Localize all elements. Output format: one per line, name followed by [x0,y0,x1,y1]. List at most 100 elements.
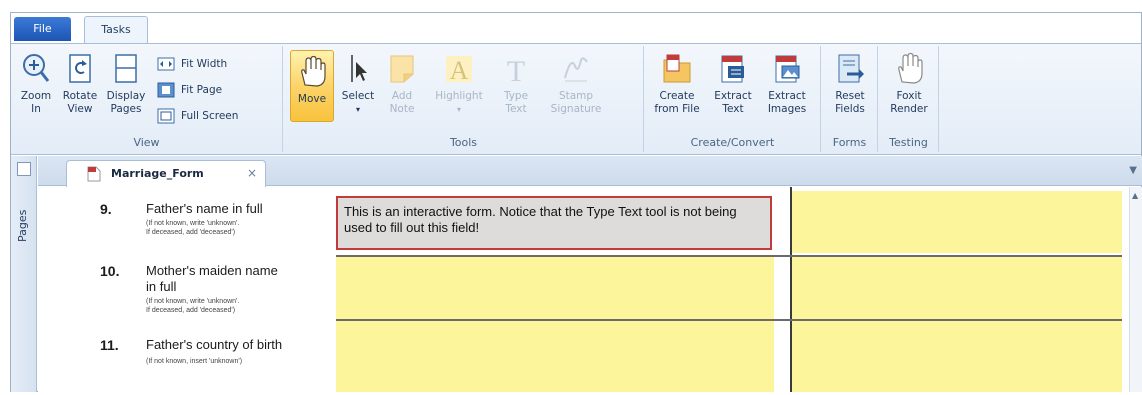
tab-tasks[interactable]: Tasks [84,16,148,44]
highlight-dropdown-arrow: ▾ [456,105,461,114]
pages-tab-label[interactable]: Pages [16,208,30,244]
type-text-icon: T [507,55,525,86]
pages-pane[interactable]: Pages [11,156,37,392]
reset-fields-button[interactable]: Reset Fields [826,52,874,116]
question-note: (If not known, insert 'unknown') [146,358,243,365]
document-view[interactable]: 9. Father's name in full (If not known, … [38,187,1142,392]
mothers-maiden-name-field[interactable] [336,257,774,319]
extract-images-icon [775,55,800,83]
row-number: 10. [100,263,120,279]
stamp-signature-label: Stamp Signature [550,90,602,115]
pages-panel-icon[interactable] [17,162,31,176]
mothers-maiden-name-side-field[interactable] [792,257,1122,319]
create-from-file-label: Create from File [654,90,700,115]
select-button[interactable]: Select ▾ [340,52,376,116]
move-button[interactable]: Move [290,50,334,122]
fathers-country-of-birth-side-field[interactable] [792,321,1122,392]
signature-icon [564,57,588,82]
stamp-signature-button[interactable]: Stamp Signature [546,52,606,116]
add-note-label: Add Note [389,90,415,115]
question-note: (If not known, write 'unknown'. If decea… [146,220,240,236]
document-tab[interactable]: Marriage_Form × [66,160,266,187]
select-cursor-icon [351,55,367,82]
move-label: Move [297,93,327,105]
group-forms: Reset Fields Forms [822,46,878,152]
vertical-scrollbar[interactable]: ▲ [1129,187,1142,392]
reset-fields-label: Reset Fields [835,90,865,115]
group-tools: Move Select ▾ Add Note A Highlight ▾ T T… [284,46,644,152]
note-icon [390,55,414,83]
create-from-file-button[interactable]: Create from File [649,52,705,116]
ribbon: Zoom In Rotate View Display Pages Fit Wi… [11,43,1141,155]
fit-width-label: Fit Width [181,58,228,70]
scroll-up-icon[interactable]: ▲ [1132,191,1138,200]
group-create-convert-label: Create/Convert [690,136,775,149]
full-screen-icon [157,108,175,124]
foxit-render-label: Foxit Render [890,90,928,115]
document-tab-title: Marriage_Form [111,167,204,180]
full-screen-button[interactable]: Full Screen [157,106,238,126]
zoom-in-icon [23,54,50,82]
select-label: Select [341,90,375,102]
type-text-label: Type Text [503,90,529,115]
select-dropdown-arrow: ▾ [355,105,360,114]
row-number: 11. [100,337,119,353]
svg-text:A: A [450,56,469,85]
question-note: (If not known, write 'unknown'. If decea… [146,298,240,314]
fit-width-button[interactable]: Fit Width [157,54,227,74]
fit-width-icon [157,57,175,71]
group-testing-label: Testing [889,136,928,149]
group-tools-label: Tools [449,136,478,149]
app-window: File Tasks Zoom In Rotate View Display P… [10,12,1142,392]
group-testing: Foxit Render Testing [879,46,939,152]
rotate-view-label: Rotate View [62,90,98,115]
question-label: Mother's maiden name in full [146,263,278,294]
extract-text-button[interactable]: Extract Text [709,52,757,116]
extract-text-label: Extract Text [714,90,752,115]
fathers-country-of-birth-field[interactable] [336,321,774,392]
document-tab-bar: Marriage_Form × ▼ [38,156,1142,187]
fathers-name-field[interactable]: This is an interactive form. Notice that… [336,196,772,250]
group-create-convert: Create from File Extract Text Extract Im… [645,46,821,152]
group-view: Zoom In Rotate View Display Pages Fit Wi… [11,46,283,152]
row-number: 9. [100,201,112,217]
group-view-label: View [133,136,160,149]
group-forms-label: Forms [832,136,867,149]
highlight-button[interactable]: A Highlight ▾ [426,52,492,116]
form-row-9: 9. Father's name in full (If not known, … [38,187,1128,255]
type-text-button[interactable]: T Type Text [498,52,534,116]
extract-images-label: Extract Images [767,90,807,115]
rotate-view-button[interactable]: Rotate View [59,52,101,116]
highlight-label: Highlight [435,90,483,102]
display-pages-label: Display Pages [106,90,146,115]
ribbon-tabstrip: File Tasks [11,13,1141,44]
add-note-button[interactable]: Add Note [384,52,420,116]
foxit-render-hand-icon [898,52,923,84]
full-screen-label: Full Screen [181,110,239,122]
pdf-file-icon [87,166,101,182]
fathers-name-side-field[interactable] [792,191,1122,253]
tab-list-dropdown-icon[interactable]: ▼ [1129,165,1137,176]
extract-text-icon [721,55,744,83]
close-icon[interactable]: × [247,166,257,180]
form-row-10: 10. Mother's maiden name in full (If not… [38,257,1128,319]
zoom-in-label: Zoom In [20,90,52,115]
fit-page-label: Fit Page [181,84,223,96]
hand-icon [301,55,326,87]
create-from-file-icon [663,54,691,83]
highlight-icon: A [446,56,472,85]
foxit-render-button[interactable]: Foxit Render [885,52,933,116]
zoom-in-button[interactable]: Zoom In [17,52,55,116]
display-pages-button[interactable]: Display Pages [103,52,149,116]
tab-file[interactable]: File [14,17,71,41]
rotate-icon [69,54,91,83]
display-pages-icon [115,54,137,83]
question-label: Father's name in full [146,201,263,216]
question-label: Father's country of birth [146,337,283,352]
reset-fields-icon [838,54,864,83]
fit-page-button[interactable]: Fit Page [157,80,222,100]
extract-images-button[interactable]: Extract Images [761,52,813,116]
form-row-11: 11. Father's country of birth (If not kn… [38,321,1128,392]
fit-page-icon [157,82,175,98]
svg-text:T: T [507,55,525,86]
